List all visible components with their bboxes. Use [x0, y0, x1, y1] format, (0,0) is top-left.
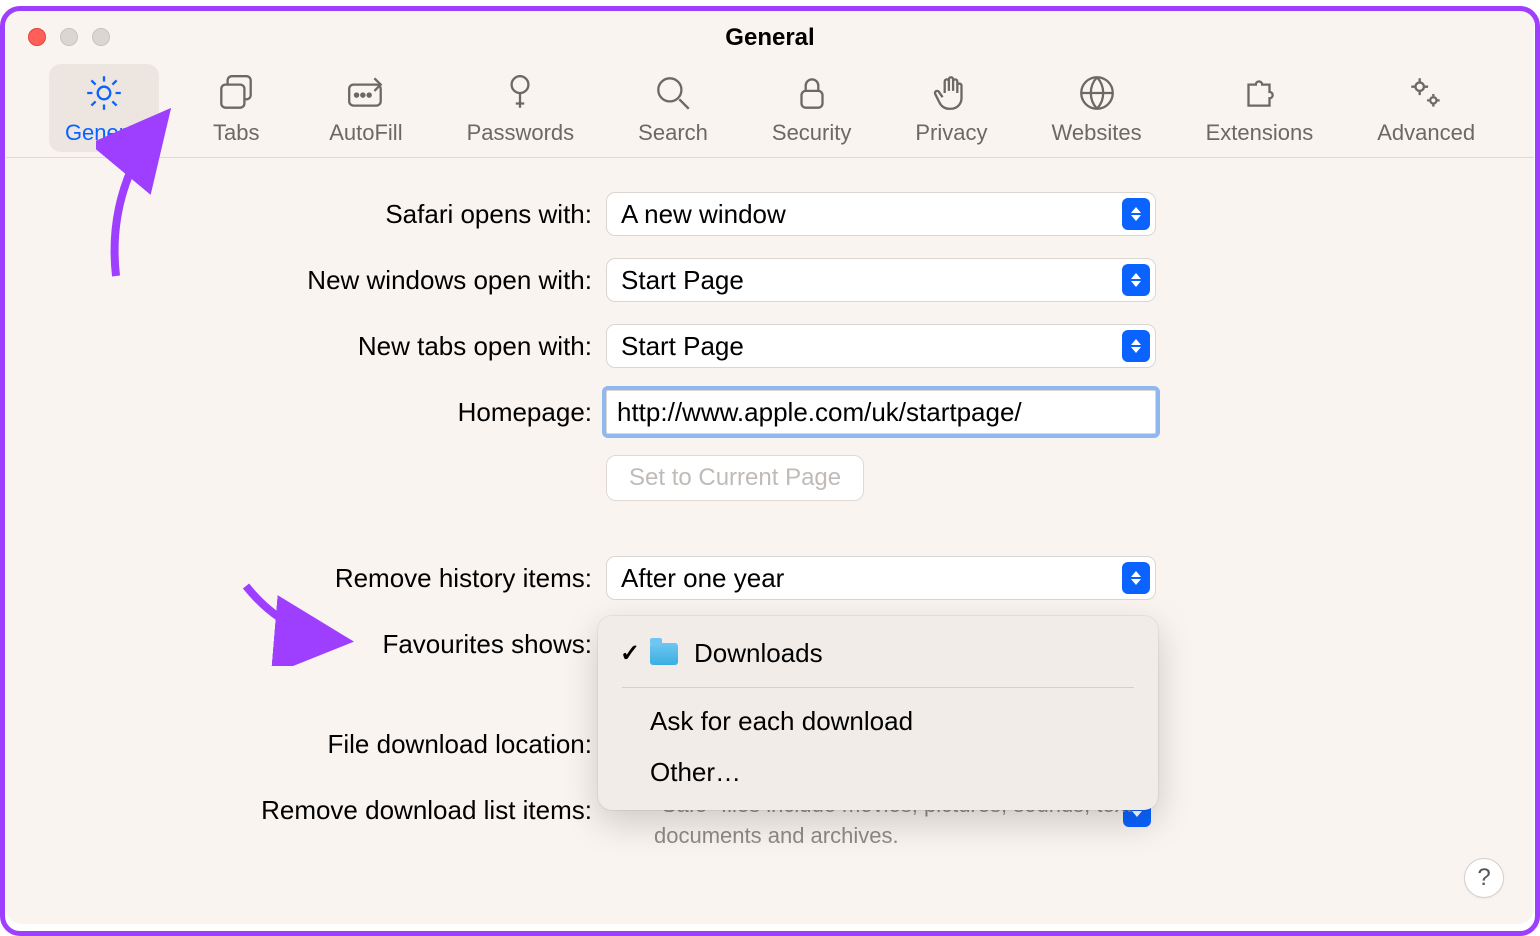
- search-icon: [652, 72, 694, 114]
- chevron-updown-icon: [1122, 562, 1150, 594]
- chevron-updown-icon: [1122, 264, 1150, 296]
- select-value: After one year: [621, 563, 784, 594]
- tab-security[interactable]: Security: [756, 64, 867, 152]
- label-new-tabs: New tabs open with:: [6, 331, 606, 362]
- select-value: A new window: [621, 199, 786, 230]
- homepage-input[interactable]: [606, 390, 1156, 434]
- label-safari-opens: Safari opens with:: [6, 199, 606, 230]
- label-favourites: Favourites shows:: [6, 629, 606, 660]
- tab-passwords[interactable]: Passwords: [451, 64, 591, 152]
- puzzle-icon: [1238, 72, 1280, 114]
- menu-item-label: Other…: [650, 757, 741, 788]
- gears-icon: [1405, 72, 1447, 114]
- tab-privacy[interactable]: Privacy: [899, 64, 1003, 152]
- select-value: Start Page: [621, 331, 744, 362]
- tab-tabs[interactable]: Tabs: [191, 64, 281, 152]
- select-new-windows[interactable]: Start Page: [606, 258, 1156, 302]
- label-remove-history: Remove history items:: [6, 563, 606, 594]
- tab-websites[interactable]: Websites: [1036, 64, 1158, 152]
- menu-item-label: Downloads: [694, 638, 823, 669]
- label-homepage: Homepage:: [6, 397, 606, 428]
- chevron-updown-icon: [1122, 330, 1150, 362]
- menu-item-other[interactable]: Other…: [608, 747, 1148, 798]
- chevron-updown-icon: [1122, 198, 1150, 230]
- tab-extensions[interactable]: Extensions: [1190, 64, 1330, 152]
- prefs-toolbar: General Tabs AutoFill Passwords Search S…: [6, 58, 1534, 152]
- label-download-location: File download location:: [6, 729, 606, 760]
- key-icon: [499, 72, 541, 114]
- menu-item-ask[interactable]: Ask for each download: [608, 696, 1148, 747]
- menu-separator: [622, 687, 1134, 688]
- help-button[interactable]: ?: [1464, 858, 1504, 898]
- tab-general[interactable]: General: [49, 64, 159, 152]
- tab-label: Advanced: [1377, 120, 1475, 146]
- tabs-icon: [215, 72, 257, 114]
- set-current-page-button[interactable]: Set to Current Page: [606, 455, 864, 501]
- folder-icon: [650, 643, 678, 665]
- tab-label: Websites: [1052, 120, 1142, 146]
- gear-icon: [83, 72, 125, 114]
- tab-label: Passwords: [467, 120, 575, 146]
- tab-autofill[interactable]: AutoFill: [313, 64, 418, 152]
- tab-label: AutoFill: [329, 120, 402, 146]
- select-new-tabs[interactable]: Start Page: [606, 324, 1156, 368]
- tab-label: Search: [638, 120, 708, 146]
- globe-icon: [1076, 72, 1118, 114]
- select-remove-history[interactable]: After one year: [606, 556, 1156, 600]
- tab-label: Privacy: [915, 120, 987, 146]
- titlebar: General General Tabs AutoFill Passwords …: [6, 6, 1534, 158]
- label-new-windows: New windows open with:: [6, 265, 606, 296]
- tab-label: Security: [772, 120, 851, 146]
- tab-search[interactable]: Search: [622, 64, 724, 152]
- tab-advanced[interactable]: Advanced: [1361, 64, 1491, 152]
- hand-icon: [930, 72, 972, 114]
- tab-label: Tabs: [213, 120, 259, 146]
- select-safari-opens[interactable]: A new window: [606, 192, 1156, 236]
- check-icon: ✓: [620, 639, 650, 668]
- tab-label: Extensions: [1206, 120, 1314, 146]
- select-value: Start Page: [621, 265, 744, 296]
- preferences-window: General General Tabs AutoFill Passwords …: [6, 6, 1534, 924]
- window-title: General: [6, 24, 1534, 52]
- pencil-square-icon: [345, 72, 387, 114]
- label-remove-downloads: Remove download list items:: [6, 795, 606, 826]
- menu-item-label: Ask for each download: [650, 706, 913, 737]
- download-location-menu: ✓ Downloads Ask for each download Other…: [598, 616, 1158, 810]
- tab-label: General: [65, 120, 143, 146]
- lock-icon: [791, 72, 833, 114]
- menu-item-downloads[interactable]: ✓ Downloads: [608, 628, 1148, 679]
